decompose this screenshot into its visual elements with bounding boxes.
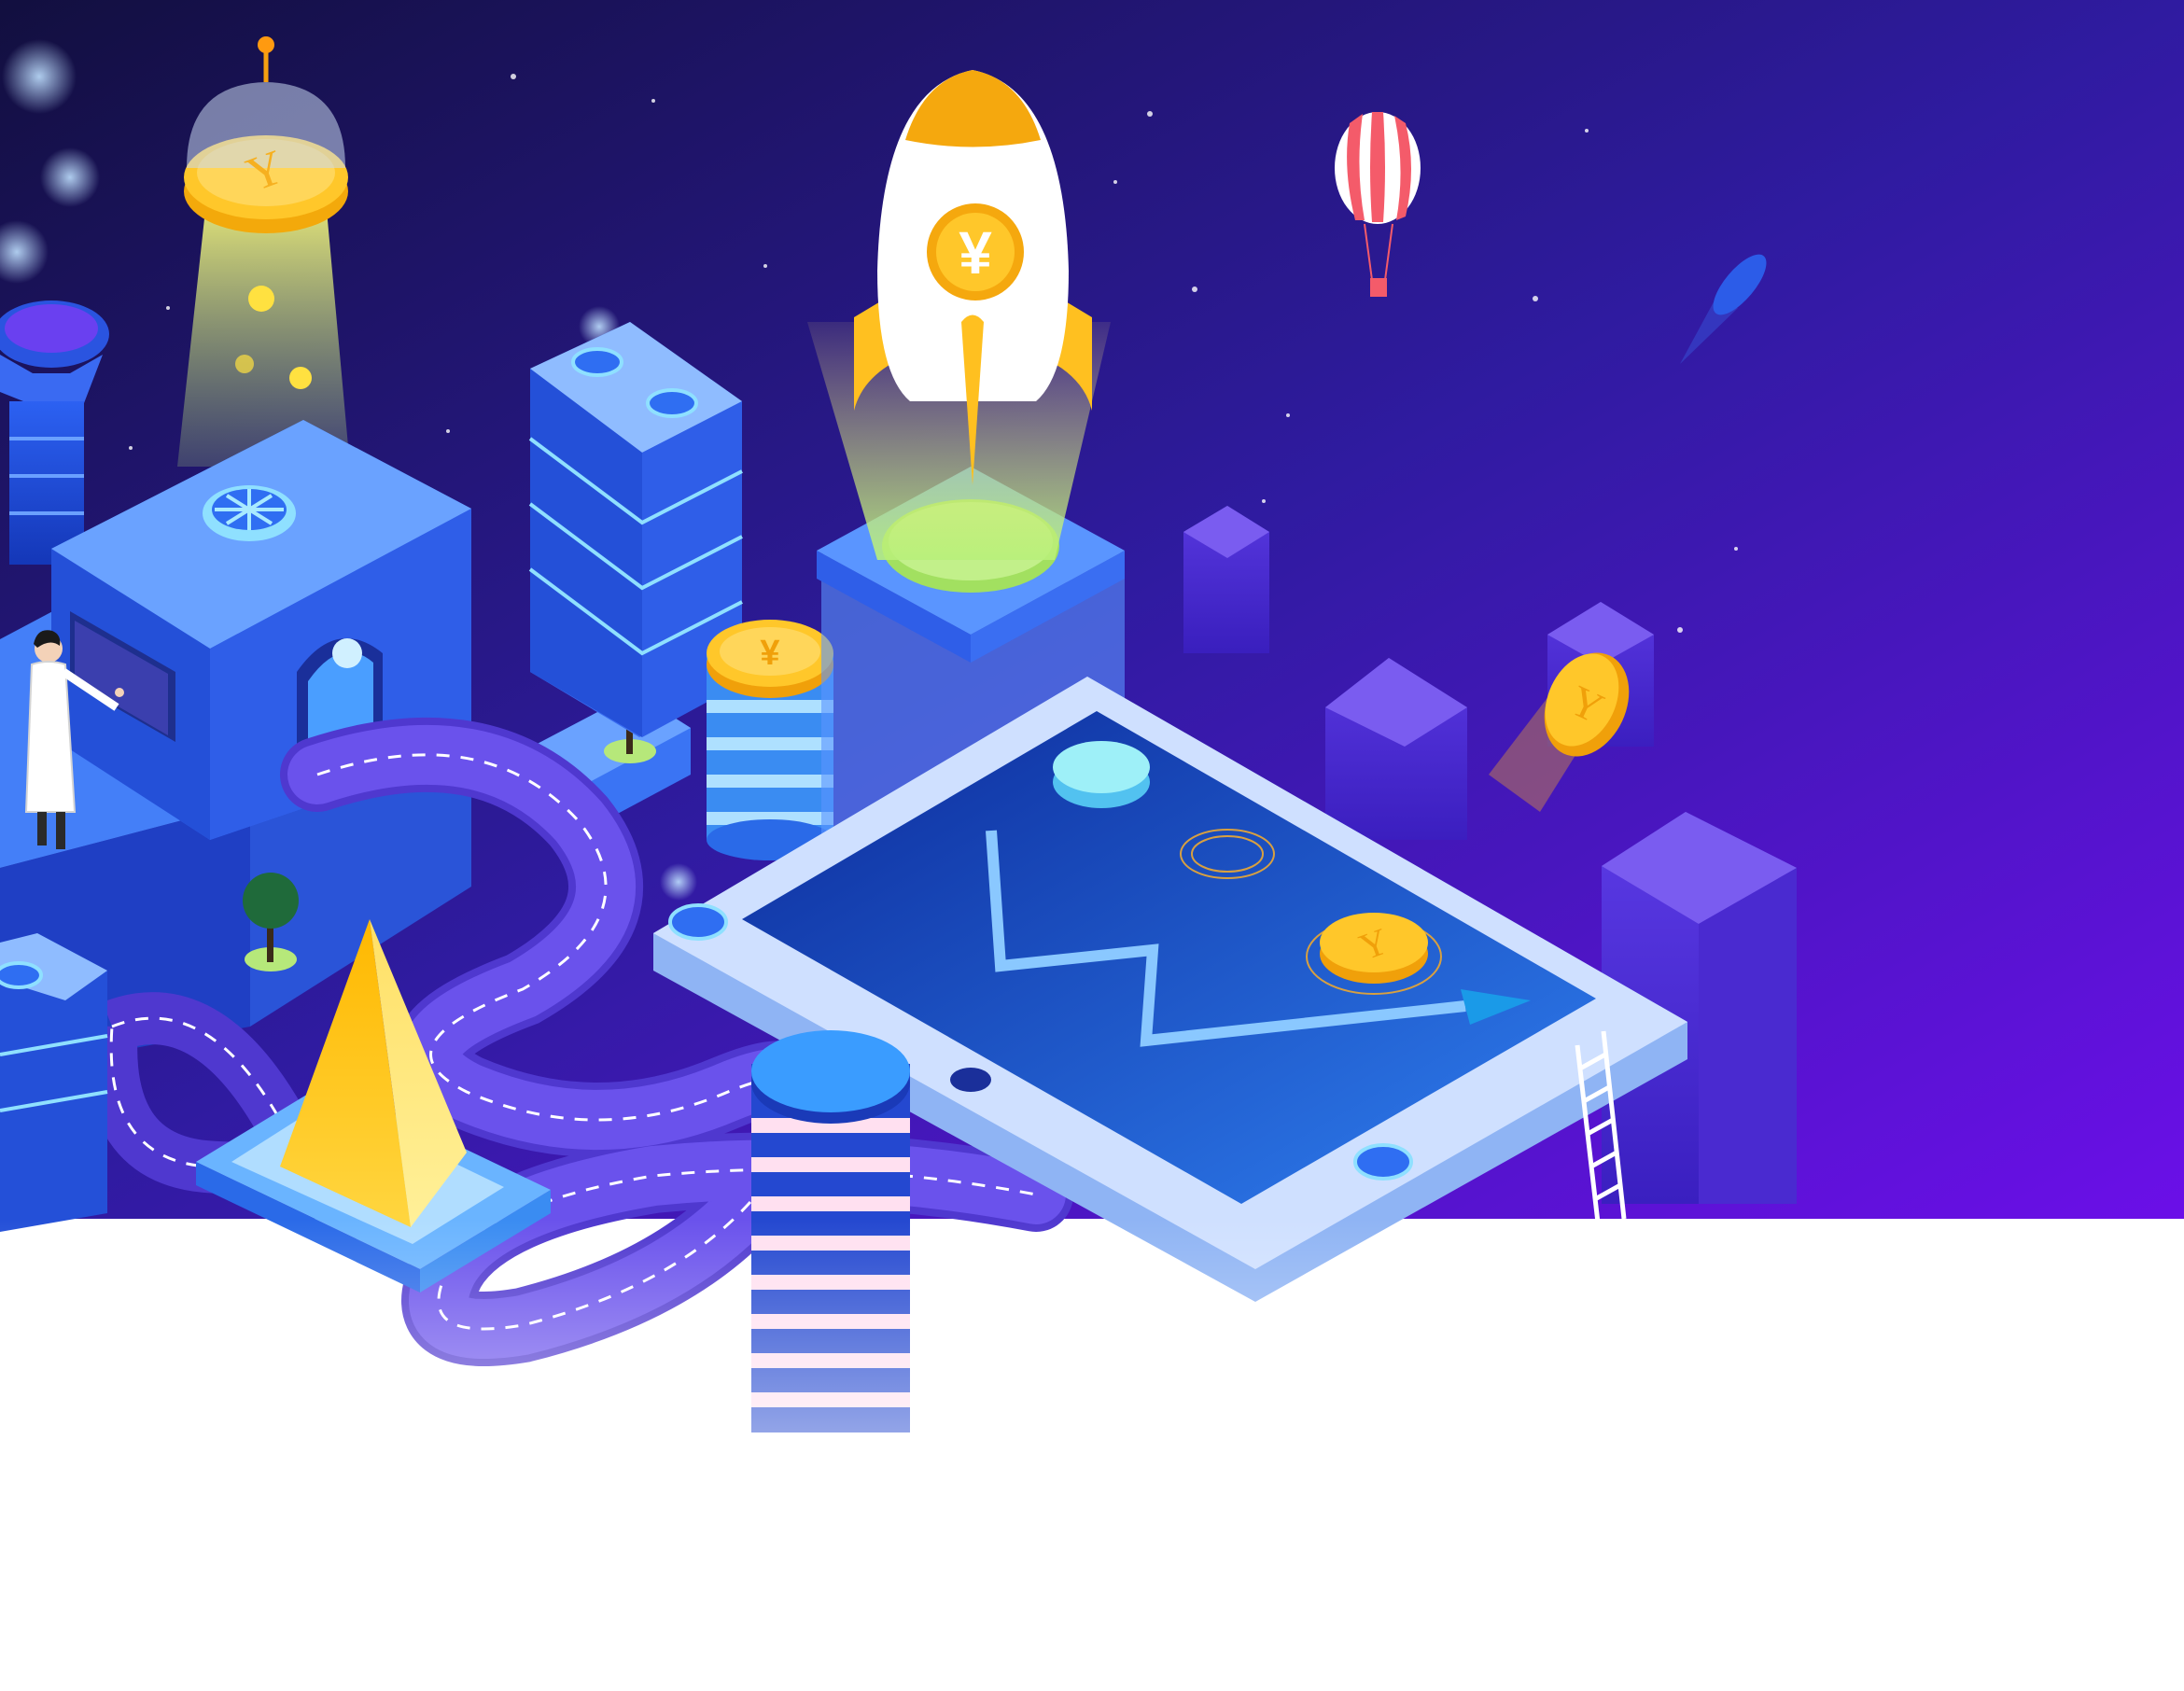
coin-stack-yen: ¥ — [760, 634, 779, 673]
rocket-yen-symbol: ¥ — [959, 219, 992, 286]
left-server — [0, 933, 108, 1232]
fan-icon — [203, 485, 296, 541]
illustration: Y ¥ ¥ Y Y — [0, 0, 2184, 1691]
ground-fade — [0, 1219, 2184, 1452]
coin-stack-icon: ¥ — [707, 620, 833, 860]
